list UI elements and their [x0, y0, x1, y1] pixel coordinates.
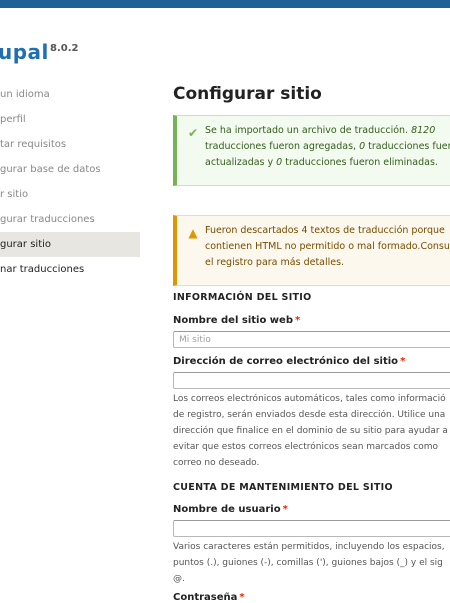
site-email-label-text: Dirección de correo electrónico del siti…	[173, 356, 399, 367]
username-input[interactable]	[173, 520, 450, 537]
status-text-part: traducciones fueron agregadas,	[205, 141, 360, 152]
required-marker: *	[282, 504, 288, 515]
status-message-text: Se ha importado un archivo de traducción…	[205, 123, 450, 171]
description-line: puntos (.), guiones (-), comillas ('), g…	[173, 558, 443, 568]
step-label: tar requisitos	[0, 139, 67, 150]
step-label: nar traducciones	[0, 264, 85, 275]
step-configure-site: gurar sitio	[0, 232, 140, 257]
description-line: Varios caracteres están permitidos, incl…	[173, 542, 445, 552]
page-title: Configurar sitio	[173, 84, 322, 104]
step-install-site: r sitio	[0, 182, 160, 207]
username-label: Nombre de usuario *	[173, 504, 288, 515]
added-count: 8120	[411, 125, 436, 136]
username-description: Varios caracteres están permitidos, incl…	[173, 539, 450, 587]
account-heading: CUENTA DE MANTENIMIENTO DEL SITIO	[173, 482, 393, 493]
site-name-input[interactable]	[173, 331, 450, 348]
description-line: de registro, serán enviados desde esta d…	[173, 410, 446, 420]
brand-version: 8.0.2	[50, 43, 79, 54]
description-line: Los correos electrónicos automáticos, ta…	[173, 394, 446, 404]
install-steps: un idioma perfil tar requisitos gurar ba…	[0, 82, 160, 282]
step-label: perfil	[0, 114, 26, 125]
site-name-label: Nombre del sitio web *	[173, 315, 300, 326]
warning-message: ▲ Fueron descartados 4 textos de traducc…	[173, 215, 450, 286]
top-bar	[0, 0, 450, 8]
password-label-text: Contraseña	[173, 592, 238, 603]
site-name-label-text: Nombre del sitio web	[173, 315, 293, 326]
site-email-description: Los correos electrónicos automáticos, ta…	[173, 391, 450, 471]
required-marker: *	[239, 592, 245, 603]
description-line: evitar que estos correos electrónicos se…	[173, 442, 439, 452]
status-message: ✔ Se ha importado un archivo de traducci…	[173, 115, 450, 186]
status-text-part: Se ha importado un archivo de traducción…	[205, 125, 412, 136]
step-label: gurar traducciones	[0, 214, 95, 225]
step-label: gurar sitio	[0, 239, 52, 250]
step-choose-language: un idioma	[0, 82, 160, 107]
description-line: dirección que finalice en el dominio de …	[173, 426, 448, 436]
status-text-part: traducciones fueron eliminadas.	[282, 157, 438, 168]
site-email-input[interactable]	[173, 372, 450, 389]
step-verify-requirements: tar requisitos	[0, 132, 160, 157]
site-email-label: Dirección de correo electrónico del siti…	[173, 356, 405, 367]
required-marker: *	[294, 315, 301, 326]
required-marker: *	[400, 356, 406, 367]
checkmark-icon: ✔	[187, 126, 199, 140]
step-label: gurar base de datos	[0, 164, 101, 175]
brand-name: upal	[0, 40, 49, 64]
step-label: r sitio	[0, 189, 29, 200]
warning-message-text: Fueron descartados 4 textos de traducció…	[205, 225, 450, 268]
warning-icon: ▲	[188, 226, 198, 240]
description-line: @.	[173, 574, 185, 584]
step-configure-translations: gurar traducciones	[0, 207, 160, 232]
step-choose-profile: perfil	[0, 107, 160, 132]
description-line: correo no deseado.	[173, 458, 260, 468]
username-label-text: Nombre de usuario	[173, 504, 281, 515]
step-finish-translations: nar traducciones	[0, 257, 160, 282]
site-info-heading: INFORMACIÓN DEL SITIO	[173, 292, 312, 303]
step-label: un idioma	[0, 89, 50, 100]
password-label: Contraseña *	[173, 592, 245, 603]
step-setup-database: gurar base de datos	[0, 157, 160, 182]
